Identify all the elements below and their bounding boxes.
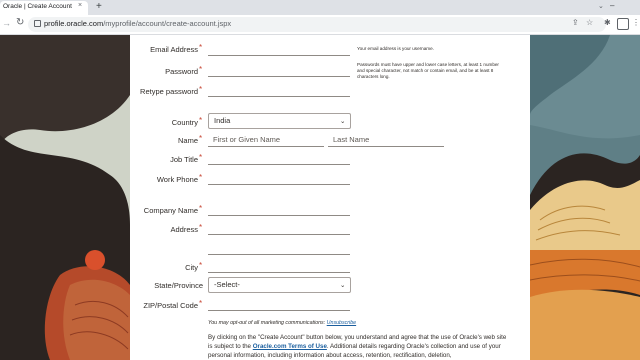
page-viewport <box>0 35 640 360</box>
address-line-1-field[interactable] <box>208 234 350 235</box>
consent-text: By clicking on the "Create Account" butt… <box>208 334 507 359</box>
work-phone-field[interactable] <box>208 184 350 185</box>
minimize-icon[interactable]: – <box>610 1 614 10</box>
job-title-field[interactable] <box>208 164 350 165</box>
star-icon[interactable]: ☆ <box>586 18 593 27</box>
password-hint: Passwords must have upper and lower case… <box>357 62 499 79</box>
first-name-placeholder: First or Given Name <box>213 135 281 144</box>
zip-label: ZIP/Postal Code <box>143 301 198 310</box>
city-field[interactable] <box>208 272 350 273</box>
last-name-field[interactable] <box>328 146 444 147</box>
unsubscribe-link[interactable]: Unsubscribe <box>327 320 356 326</box>
required-mark: * <box>199 299 203 308</box>
share-icon[interactable]: ⇪ <box>572 18 579 27</box>
tab-strip: Oracle | Create Account × + ⌄ – <box>0 0 640 15</box>
url-text[interactable]: profile.oracle.com/myprofile/account/cre… <box>44 19 231 28</box>
decorative-artwork-left <box>0 35 130 360</box>
email-field[interactable] <box>208 55 350 56</box>
required-mark: * <box>199 134 203 143</box>
required-mark: * <box>199 223 203 232</box>
name-label: Name <box>177 136 198 145</box>
profile-icon[interactable] <box>617 18 629 30</box>
required-mark: * <box>199 85 203 94</box>
required-mark: * <box>199 261 203 270</box>
browser-tab[interactable]: Oracle | Create Account × <box>0 1 88 15</box>
state-value: -Select- <box>214 280 240 289</box>
terms-of-use-link[interactable]: Oracle.com Terms of Use <box>253 343 327 350</box>
chevron-down-icon: ⌄ <box>340 118 346 125</box>
optout-text: You may opt-out of all marketing communi… <box>208 320 357 326</box>
forward-icon[interactable]: → <box>2 18 11 28</box>
email-hint: Your email address is your username. <box>357 46 434 51</box>
extensions-icon[interactable]: ✱ <box>604 18 611 27</box>
company-name-field[interactable] <box>208 215 350 216</box>
menu-icon[interactable]: ⋮ <box>632 18 640 27</box>
address-label: Address <box>170 225 198 234</box>
country-label: Country <box>171 118 198 127</box>
lock-icon[interactable] <box>34 20 41 27</box>
required-mark: * <box>199 65 203 74</box>
reload-icon[interactable]: ↻ <box>16 17 24 28</box>
tab-title: Oracle | Create Account <box>3 3 72 10</box>
required-mark: * <box>199 43 203 52</box>
tab-search-icon[interactable]: ⌄ <box>598 2 604 10</box>
decorative-artwork-right <box>530 35 640 360</box>
last-name-placeholder: Last Name <box>333 135 370 144</box>
address-line-2-field[interactable] <box>208 254 350 255</box>
new-tab-button[interactable]: + <box>96 1 102 12</box>
job-title-label: Job Title <box>170 155 198 164</box>
retype-password-field[interactable] <box>208 96 350 97</box>
close-tab-icon[interactable]: × <box>78 2 82 9</box>
create-account-form <box>130 35 530 360</box>
password-label: Password <box>165 67 198 76</box>
required-mark: * <box>199 116 203 125</box>
city-label: City <box>185 263 198 272</box>
zip-field[interactable] <box>208 310 350 311</box>
retype-password-label: Retype password <box>140 87 198 96</box>
work-phone-label: Work Phone <box>156 175 198 184</box>
required-mark: * <box>199 173 203 182</box>
first-name-field[interactable] <box>208 146 324 147</box>
country-value: India <box>214 116 231 125</box>
required-mark: * <box>199 153 203 162</box>
chevron-down-icon: ⌄ <box>340 282 346 289</box>
company-name-label: Company Name <box>143 206 198 215</box>
email-label: Email Address <box>150 45 198 54</box>
password-field[interactable] <box>208 76 350 77</box>
state-label: State/Province <box>154 281 203 290</box>
required-mark: * <box>199 204 203 213</box>
